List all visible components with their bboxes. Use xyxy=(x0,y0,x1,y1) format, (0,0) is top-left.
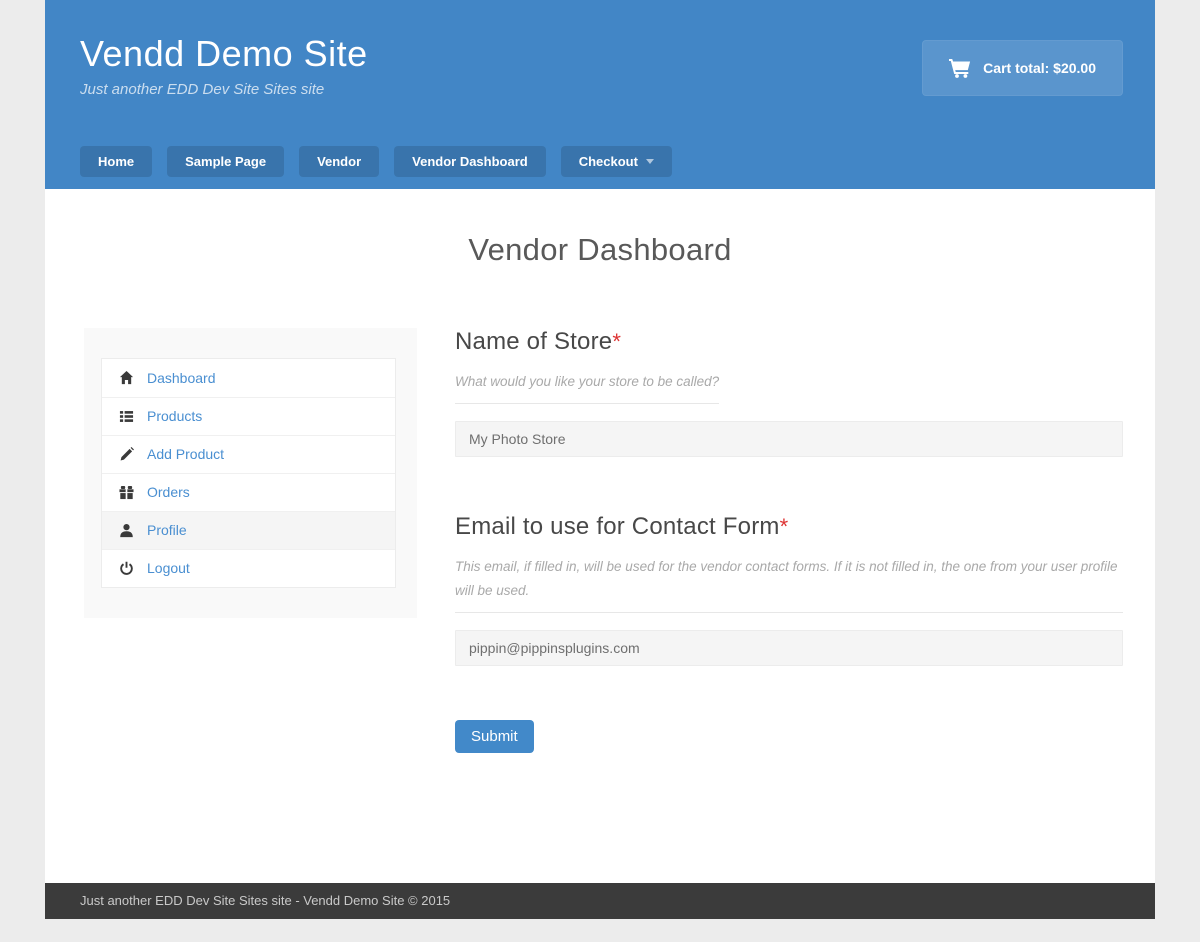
sidebar-item-label: Products xyxy=(147,408,202,424)
nav-item-home-label: Home xyxy=(98,154,134,169)
cart-total-label: Cart total: $20.00 xyxy=(983,60,1096,76)
vendor-sidebar: Dashboard Products xyxy=(84,328,417,618)
required-asterisk: * xyxy=(780,514,789,539)
power-icon xyxy=(119,561,134,576)
contact-email-input[interactable] xyxy=(455,630,1123,666)
store-name-input[interactable] xyxy=(455,421,1123,457)
nav-item-vendor-dashboard[interactable]: Vendor Dashboard xyxy=(394,146,546,177)
sidebar-item-logout[interactable]: Logout xyxy=(102,549,395,587)
nav-item-vendor[interactable]: Vendor xyxy=(299,146,379,177)
sidebar-item-label: Profile xyxy=(147,522,187,538)
sidebar-item-orders[interactable]: Orders xyxy=(102,473,395,511)
home-icon xyxy=(119,370,134,385)
sidebar-item-label: Logout xyxy=(147,560,190,576)
cart-total-button[interactable]: Cart total: $20.00 xyxy=(922,40,1123,96)
store-name-field-group: Name of Store* What would you like your … xyxy=(455,328,1123,458)
page-title: Vendor Dashboard xyxy=(45,232,1155,268)
sidebar-item-add-product[interactable]: Add Product xyxy=(102,435,395,473)
cart-icon xyxy=(949,58,971,78)
site-header: Vendd Demo Site Just another EDD Dev Sit… xyxy=(45,0,1155,189)
sidebar-item-label: Orders xyxy=(147,484,190,500)
contact-email-help-text: This email, if filled in, will be used f… xyxy=(455,555,1123,613)
nav-item-sample-page-label: Sample Page xyxy=(185,154,266,169)
store-name-help-text: What would you like your store to be cal… xyxy=(455,370,719,405)
pencil-icon xyxy=(119,447,134,462)
chevron-down-icon xyxy=(646,159,654,164)
site-footer: Just another EDD Dev Site Sites site - V… xyxy=(45,883,1155,919)
contact-email-heading-text: Email to use for Contact Form xyxy=(455,513,780,540)
store-name-heading-text: Name of Store xyxy=(455,328,612,355)
site-tagline: Just another EDD Dev Site Sites site xyxy=(80,81,368,98)
main-nav: Home Sample Page Vendor Vendor Dashboard… xyxy=(80,146,1123,177)
vendor-menu: Dashboard Products xyxy=(101,358,396,588)
vendor-profile-form: Name of Store* What would you like your … xyxy=(455,328,1123,754)
nav-item-vendor-label: Vendor xyxy=(317,154,361,169)
list-icon xyxy=(119,409,134,424)
submit-button[interactable]: Submit xyxy=(455,720,534,753)
site-content: Vendor Dashboard Dashboard xyxy=(45,189,1155,884)
contact-email-heading: Email to use for Contact Form* xyxy=(455,513,1123,541)
required-asterisk: * xyxy=(612,329,621,354)
nav-item-vendor-dashboard-label: Vendor Dashboard xyxy=(412,154,528,169)
contact-email-field-group: Email to use for Contact Form* This emai… xyxy=(455,513,1123,666)
sidebar-item-label: Dashboard xyxy=(147,370,216,386)
nav-item-home[interactable]: Home xyxy=(80,146,152,177)
gift-icon xyxy=(119,485,134,500)
sidebar-item-label: Add Product xyxy=(147,446,224,462)
sidebar-item-products[interactable]: Products xyxy=(102,397,395,435)
site-container: Vendd Demo Site Just another EDD Dev Sit… xyxy=(45,0,1155,919)
site-title[interactable]: Vendd Demo Site xyxy=(80,34,368,74)
user-icon xyxy=(119,523,134,538)
footer-text: Just another EDD Dev Site Sites site - V… xyxy=(80,893,450,908)
nav-item-checkout-label: Checkout xyxy=(579,154,638,169)
nav-item-checkout[interactable]: Checkout xyxy=(561,146,672,177)
nav-item-sample-page[interactable]: Sample Page xyxy=(167,146,284,177)
content-columns: Dashboard Products xyxy=(45,328,1155,754)
site-branding: Vendd Demo Site Just another EDD Dev Sit… xyxy=(80,34,368,98)
sidebar-item-profile[interactable]: Profile xyxy=(102,511,395,549)
header-top: Vendd Demo Site Just another EDD Dev Sit… xyxy=(80,34,1123,98)
store-name-heading: Name of Store* xyxy=(455,328,1123,356)
sidebar-item-dashboard[interactable]: Dashboard xyxy=(102,359,395,397)
